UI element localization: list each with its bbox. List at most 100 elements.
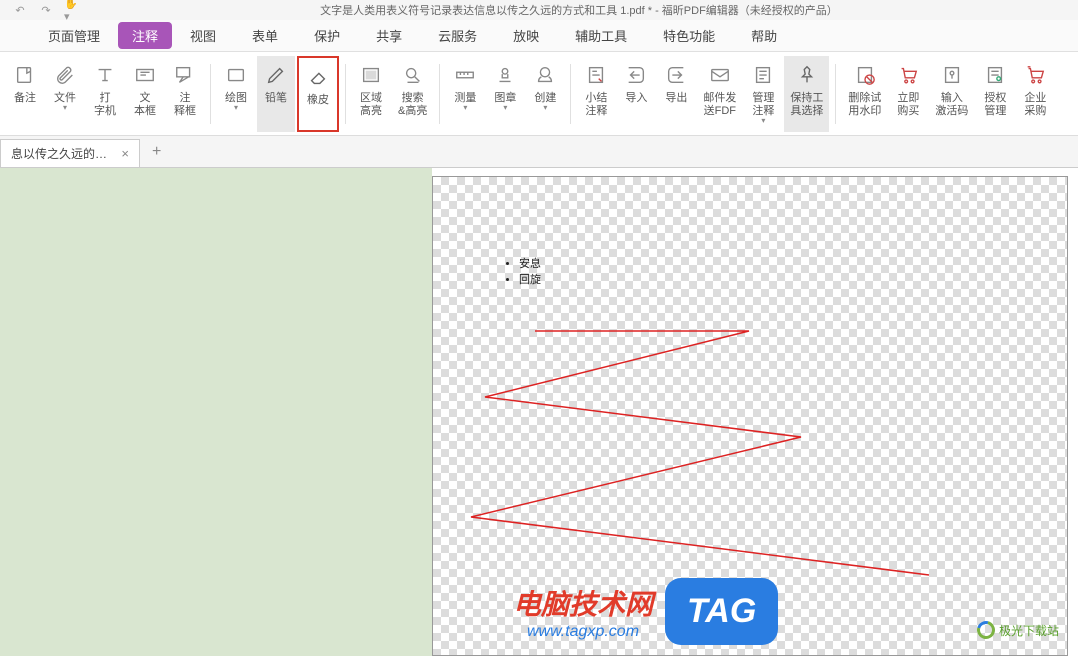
- attach-icon: [52, 62, 78, 88]
- ribbon-ruler-button[interactable]: 测量▾: [446, 56, 484, 132]
- import-icon: [623, 62, 649, 88]
- ribbon-manage-button[interactable]: 管理 注释▾: [744, 56, 782, 132]
- ribbon-callout-button[interactable]: 注 释框: [166, 56, 204, 132]
- ribbon-area-highlight-button[interactable]: 区域 高亮: [352, 56, 390, 132]
- menu-protect[interactable]: 保护: [296, 20, 358, 51]
- ribbon-license-button[interactable]: 授权 管理: [976, 56, 1014, 132]
- ribbon-label: 导出: [665, 92, 687, 105]
- title-bar: ↶ ↷ ✋▾ 文字是人类用表义符号记录表达信息以传之久远的方式和工具 1.pdf…: [0, 0, 1078, 20]
- tab-add-button[interactable]: +: [140, 137, 173, 167]
- chevron-down-icon[interactable]: ▾: [503, 103, 507, 112]
- menu-share[interactable]: 共享: [358, 20, 420, 51]
- ribbon-separator: [345, 64, 346, 124]
- ribbon-textbox-button[interactable]: 文 本框: [126, 56, 164, 132]
- ribbon-stamp-button[interactable]: 图章▾: [486, 56, 524, 132]
- tab-bar: 息以传之久远的方... × +: [0, 136, 1078, 168]
- download-site-logo: 极光下载站: [977, 621, 1059, 639]
- document-tab[interactable]: 息以传之久远的方... ×: [0, 139, 140, 167]
- list-item: 回旋: [519, 271, 541, 287]
- remove-wm-icon: [852, 62, 878, 88]
- textbox-icon: [132, 62, 158, 88]
- ribbon-export-button[interactable]: 导出: [657, 56, 695, 132]
- ribbon-shape-button[interactable]: 绘图▾: [217, 56, 255, 132]
- chevron-down-icon[interactable]: ▾: [761, 116, 765, 125]
- menu-form[interactable]: 表单: [234, 20, 296, 51]
- chevron-down-icon[interactable]: ▾: [63, 103, 67, 112]
- ribbon-label: 铅笔: [265, 92, 287, 105]
- ribbon-attach-button[interactable]: 文件▾: [46, 56, 84, 132]
- tab-close-icon[interactable]: ×: [121, 146, 129, 161]
- redo-icon[interactable]: ↷: [38, 2, 54, 18]
- area-highlight-icon: [358, 62, 384, 88]
- menu-accessibility[interactable]: 辅助工具: [557, 20, 645, 51]
- watermark-url: www.tagxp.com: [527, 623, 639, 641]
- chevron-down-icon[interactable]: ▾: [463, 103, 467, 112]
- pencil-annotation[interactable]: [449, 327, 1049, 587]
- bullet-list: 安息 回旋: [519, 255, 541, 287]
- stamp-icon: [492, 62, 518, 88]
- pencil-icon: [263, 62, 289, 88]
- logo-swirl-icon: [974, 618, 999, 643]
- workspace: 安息 回旋 电脑技术网 www.tagxp.com TAG 极光下载站: [0, 168, 1078, 656]
- ribbon-label: 企业 采购: [1024, 92, 1046, 118]
- ribbon-separator: [570, 64, 571, 124]
- chevron-down-icon[interactable]: ▾: [543, 103, 547, 112]
- ribbon-pin-button[interactable]: 保持工 具选择: [784, 56, 829, 132]
- ribbon-pencil-button[interactable]: 铅笔: [257, 56, 295, 132]
- watermark-title: 电脑技术网: [513, 583, 653, 623]
- ribbon-label: 打 字机: [94, 92, 116, 118]
- canvas-area[interactable]: 安息 回旋 电脑技术网 www.tagxp.com TAG 极光下载站: [432, 168, 1078, 656]
- mail-icon: [707, 62, 733, 88]
- menu-cloud[interactable]: 云服务: [420, 20, 495, 51]
- shape-icon: [223, 62, 249, 88]
- summary-icon: [583, 62, 609, 88]
- eraser-icon: [305, 64, 331, 90]
- menu-view[interactable]: 视图: [172, 20, 234, 51]
- ribbon-import-button[interactable]: 导入: [617, 56, 655, 132]
- ribbon-remove-wm-button[interactable]: 删除试 用水印: [842, 56, 887, 132]
- typewriter-icon: [92, 62, 118, 88]
- ribbon-key-button[interactable]: 输入 激活码: [929, 56, 974, 132]
- ribbon-toolbar: 备注文件▾ 打 字机文 本框注 释框绘图▾ 铅笔 橡皮 区域 高亮搜索 &高亮测量▾图章…: [0, 52, 1078, 136]
- ribbon-create-button[interactable]: 创建▾: [526, 56, 564, 132]
- ribbon-separator: [835, 64, 836, 124]
- ribbon-label: 小结 注释: [585, 92, 607, 118]
- menu-bar: 页面管理 注释 视图 表单 保护 共享 云服务 放映 辅助工具 特色功能 帮助: [0, 20, 1078, 52]
- ribbon-note-button[interactable]: 备注: [6, 56, 44, 132]
- chevron-down-icon[interactable]: ▾: [234, 103, 238, 112]
- menu-help[interactable]: 帮助: [733, 20, 795, 51]
- hand-tool-icon[interactable]: ✋▾: [64, 2, 80, 18]
- ribbon-label: 区域 高亮: [360, 92, 382, 118]
- ribbon-search-highlight-button[interactable]: 搜索 &高亮: [392, 56, 433, 132]
- ribbon-mail-button[interactable]: 邮件发 送FDF: [697, 56, 742, 132]
- ribbon-label: 保持工 具选择: [790, 92, 823, 118]
- ribbon-enterprise-button[interactable]: 企业 采购: [1016, 56, 1054, 132]
- undo-icon[interactable]: ↶: [12, 2, 28, 18]
- menu-present[interactable]: 放映: [495, 20, 557, 51]
- search-highlight-icon: [400, 62, 426, 88]
- menu-page-management[interactable]: 页面管理: [30, 20, 118, 51]
- note-icon: [12, 62, 38, 88]
- list-item: 安息: [519, 255, 541, 271]
- window-title: 文字是人类用表义符号记录表达信息以传之久远的方式和工具 1.pdf * - 福昕…: [80, 2, 1078, 18]
- ribbon-typewriter-button[interactable]: 打 字机: [86, 56, 124, 132]
- ribbon-label: 橡皮: [307, 94, 329, 107]
- document-page[interactable]: 安息 回旋 电脑技术网 www.tagxp.com TAG 极光下载站: [432, 176, 1068, 656]
- callout-icon: [172, 62, 198, 88]
- ribbon-cart-button[interactable]: 立即 购买: [889, 56, 927, 132]
- menu-annotate[interactable]: 注释: [118, 22, 172, 49]
- pin-icon: [794, 62, 820, 88]
- ribbon-label: 邮件发 送FDF: [703, 92, 736, 118]
- ribbon-label: 文 本框: [134, 92, 156, 118]
- ribbon-separator: [210, 64, 211, 124]
- menu-features[interactable]: 特色功能: [645, 20, 733, 51]
- ribbon-label: 注 释框: [174, 92, 196, 118]
- ribbon-eraser-button[interactable]: 橡皮: [297, 56, 339, 132]
- ribbon-label: 立即 购买: [897, 92, 919, 118]
- ribbon-label: 输入 激活码: [935, 92, 968, 118]
- ribbon-label: 管理 注释: [752, 92, 774, 118]
- ribbon-summary-button[interactable]: 小结 注释: [577, 56, 615, 132]
- ribbon-label: 删除试 用水印: [848, 92, 881, 118]
- create-icon: [532, 62, 558, 88]
- cart-icon: [895, 62, 921, 88]
